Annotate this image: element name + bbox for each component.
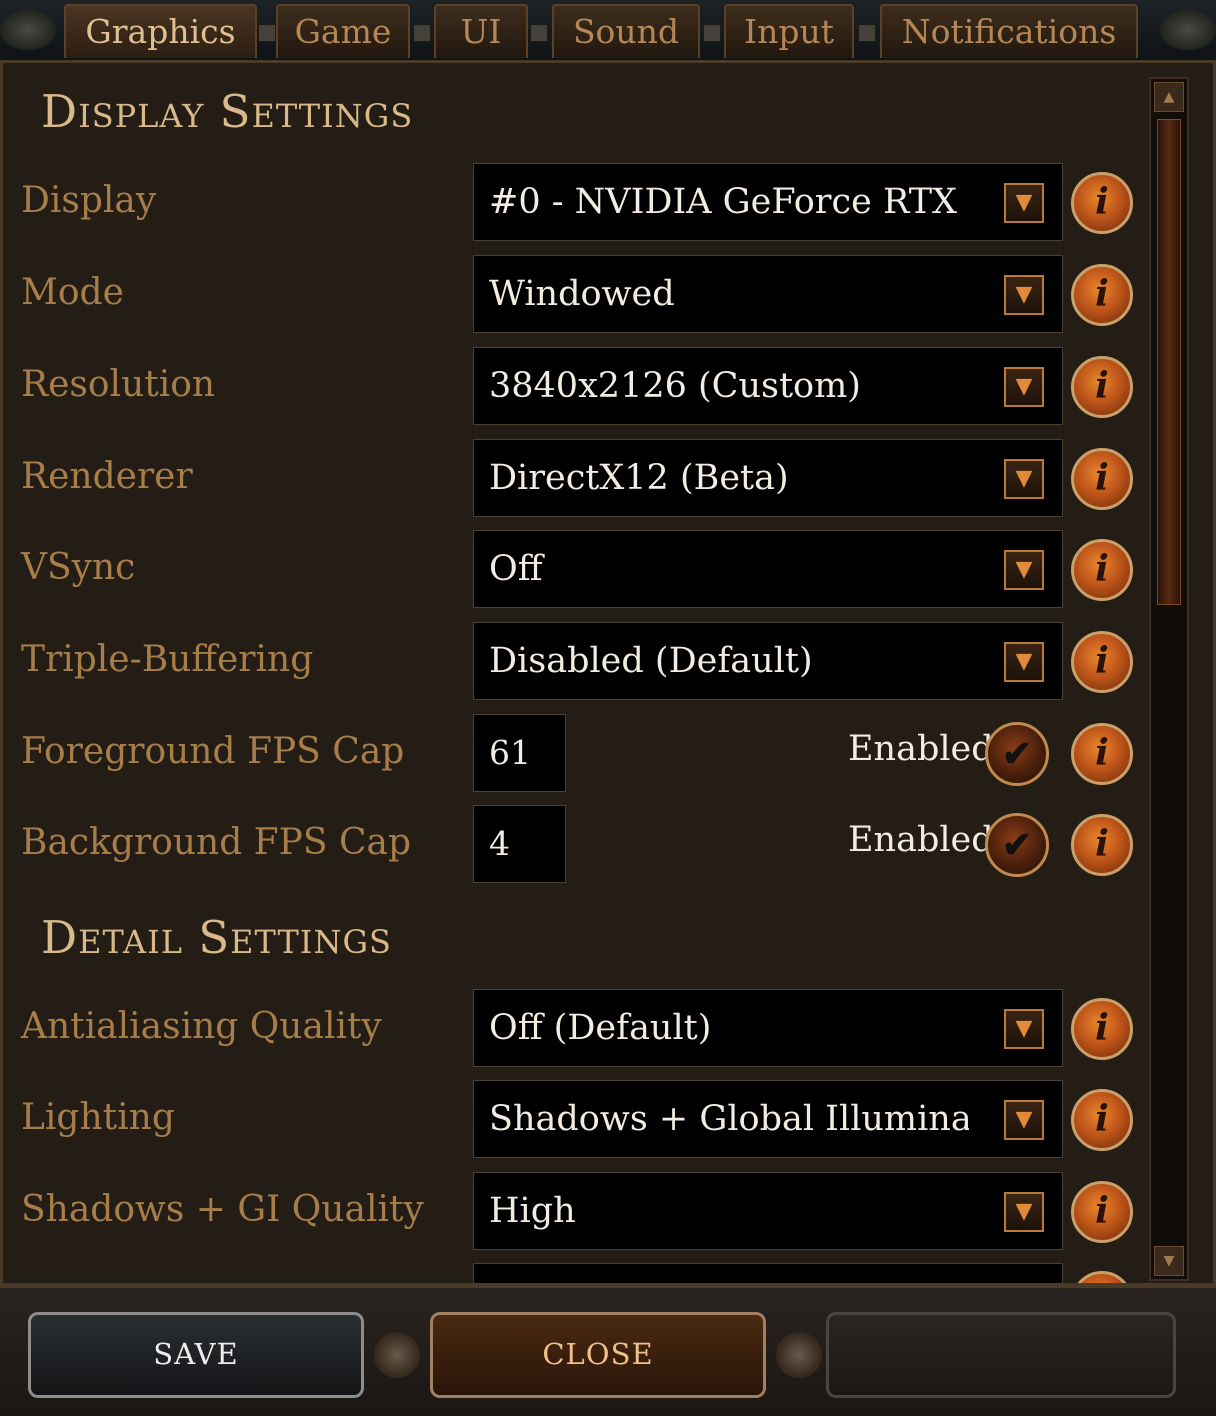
checkmark-icon: ✔ — [1001, 733, 1033, 775]
save-button[interactable]: SAVE — [28, 1312, 364, 1398]
tab-input[interactable]: Input — [724, 4, 854, 58]
resolution-label: Resolution — [21, 364, 216, 405]
next-setting-dropdown[interactable] — [473, 1263, 1063, 1283]
settings-panel: Display Settings Display #0 - NVIDIA GeF… — [0, 60, 1216, 1286]
shadows-gi-value: High — [489, 1191, 576, 1231]
tab-ui[interactable]: UI — [434, 4, 528, 58]
lighting-value: Shadows + Global Illumination — [489, 1099, 969, 1139]
info-icon[interactable]: i — [1071, 539, 1133, 601]
info-icon[interactable]: i — [1071, 723, 1133, 785]
rosette-ornament — [776, 1332, 822, 1378]
close-button[interactable]: CLOSE — [430, 1312, 766, 1398]
background-fps-enabled-label: Enabled — [848, 820, 994, 860]
background-fps-enabled-checkbox[interactable]: ✔ — [985, 813, 1049, 877]
info-icon[interactable]: i — [1071, 356, 1133, 418]
tab-sound[interactable]: Sound — [552, 4, 700, 58]
mode-label: Mode — [21, 272, 124, 313]
info-icon[interactable]: i — [1071, 631, 1133, 693]
tab-separator — [858, 24, 876, 42]
tab-notifications[interactable]: Notifications — [880, 4, 1138, 58]
chevron-down-icon[interactable]: ▼ — [1004, 183, 1044, 223]
renderer-value: DirectX12 (Beta) — [489, 458, 789, 498]
lighting-label: Lighting — [21, 1097, 175, 1138]
chevron-down-icon[interactable]: ▼ — [1004, 275, 1044, 315]
info-icon[interactable]: i — [1071, 1089, 1133, 1151]
renderer-label: Renderer — [21, 456, 193, 497]
antialiasing-value: Off (Default) — [489, 1008, 712, 1048]
foreground-fps-input[interactable]: 61 — [473, 714, 566, 792]
foreground-fps-enabled-checkbox[interactable]: ✔ — [985, 722, 1049, 786]
info-icon[interactable] — [1071, 1271, 1133, 1283]
display-settings-heading: Display Settings — [41, 85, 414, 138]
tab-separator — [258, 24, 276, 42]
tab-graphics[interactable]: Graphics — [64, 4, 257, 58]
info-icon[interactable]: i — [1071, 998, 1133, 1060]
renderer-dropdown[interactable]: DirectX12 (Beta) ▼ — [473, 439, 1063, 517]
info-icon[interactable]: i — [1071, 814, 1133, 876]
lighting-dropdown[interactable]: Shadows + Global Illumination ▼ — [473, 1080, 1063, 1158]
foreground-fps-enabled-label: Enabled — [848, 729, 994, 769]
chevron-down-icon[interactable]: ▼ — [1004, 1100, 1044, 1140]
antialiasing-dropdown[interactable]: Off (Default) ▼ — [473, 989, 1063, 1067]
tab-bar-ornament-left — [0, 10, 56, 50]
tab-bar: Graphics Game UI Sound Input Notificatio… — [0, 0, 1216, 61]
info-icon[interactable]: i — [1071, 264, 1133, 326]
triple-buffering-value: Disabled (Default) — [489, 641, 813, 681]
rosette-ornament — [374, 1332, 420, 1378]
chevron-down-icon[interactable]: ▼ — [1004, 1009, 1044, 1049]
empty-button-slot — [826, 1312, 1176, 1398]
foreground-fps-label: Foreground FPS Cap — [21, 731, 405, 772]
checkmark-icon: ✔ — [1001, 824, 1033, 866]
resolution-value: 3840x2126 (Custom) — [489, 366, 861, 406]
tab-game[interactable]: Game — [276, 4, 410, 58]
triple-buffering-label: Triple-Buffering — [21, 639, 314, 680]
tab-separator — [413, 24, 431, 42]
shadows-gi-label: Shadows + GI Quality — [21, 1189, 424, 1230]
triple-buffering-dropdown[interactable]: Disabled (Default) ▼ — [473, 622, 1063, 700]
bottom-bar: SAVE CLOSE — [0, 1286, 1216, 1416]
scroll-down-button[interactable]: ▼ — [1154, 1246, 1184, 1276]
display-label: Display — [21, 180, 157, 221]
tab-separator — [530, 24, 548, 42]
shadows-gi-dropdown[interactable]: High ▼ — [473, 1172, 1063, 1250]
background-fps-input[interactable]: 4 — [473, 805, 566, 883]
scrollbar[interactable]: ▲ ▼ — [1149, 77, 1189, 1281]
display-dropdown[interactable]: #0 - NVIDIA GeForce RTX 3060 ▼ — [473, 163, 1063, 241]
tab-bar-ornament-right — [1160, 10, 1216, 50]
chevron-down-icon[interactable]: ▼ — [1004, 367, 1044, 407]
scroll-up-button[interactable]: ▲ — [1154, 82, 1184, 112]
chevron-down-icon[interactable]: ▼ — [1004, 459, 1044, 499]
vsync-dropdown[interactable]: Off ▼ — [473, 530, 1063, 608]
info-icon[interactable]: i — [1071, 1181, 1133, 1243]
background-fps-label: Background FPS Cap — [21, 822, 412, 863]
mode-dropdown[interactable]: Windowed ▼ — [473, 255, 1063, 333]
resolution-dropdown[interactable]: 3840x2126 (Custom) ▼ — [473, 347, 1063, 425]
chevron-down-icon[interactable]: ▼ — [1004, 1192, 1044, 1232]
info-icon[interactable]: i — [1071, 448, 1133, 510]
vsync-label: VSync — [21, 547, 136, 588]
tab-separator — [703, 24, 721, 42]
detail-settings-heading: Detail Settings — [41, 911, 392, 964]
mode-value: Windowed — [489, 274, 675, 314]
chevron-down-icon[interactable]: ▼ — [1004, 550, 1044, 590]
scrollbar-thumb[interactable] — [1157, 119, 1181, 605]
display-value: #0 - NVIDIA GeForce RTX 3060 — [489, 182, 969, 222]
vsync-value: Off — [489, 549, 543, 589]
info-icon[interactable]: i — [1071, 172, 1133, 234]
antialiasing-label: Antialiasing Quality — [21, 1006, 382, 1047]
chevron-down-icon[interactable]: ▼ — [1004, 642, 1044, 682]
